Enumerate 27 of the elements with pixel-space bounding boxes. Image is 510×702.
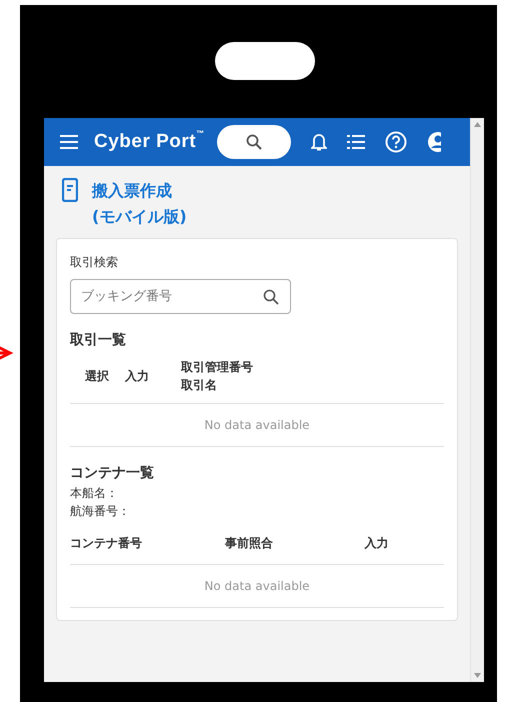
page-title: 搬入票作成 [92,180,173,202]
help-icon[interactable] [384,131,407,153]
search-field[interactable]: ブッキング番号 [70,279,291,314]
column-header: 取引管理番号 [181,359,254,376]
list-icon[interactable] [346,135,365,149]
field-label: 取引検索 [70,254,119,271]
field-label: 本船名： [70,485,119,502]
logo: Cyber Port™ [94,128,205,154]
search-icon [263,289,279,305]
bell-icon[interactable] [310,133,327,151]
menu-icon[interactable] [60,135,78,149]
field-label: 航海番号： [70,503,131,520]
search-button[interactable] [216,125,291,159]
section-title: コンテナ一覧 [70,464,155,483]
document-icon [62,178,78,202]
page-title: (モバイル版) [92,206,187,228]
search-icon [246,134,262,150]
column-header: コンテナ番号 [70,535,143,552]
column-header: 取引名 [181,377,218,394]
section-title: 取引一覧 [70,331,127,350]
empty-message: No data available [70,403,444,447]
column-header: 選択 [85,368,110,385]
column-header: 入力 [125,368,150,385]
column-header: 入力 [364,535,390,552]
column-header: 事前照合 [225,535,274,552]
account-icon[interactable] [426,131,441,153]
empty-message: No data available [70,564,444,608]
